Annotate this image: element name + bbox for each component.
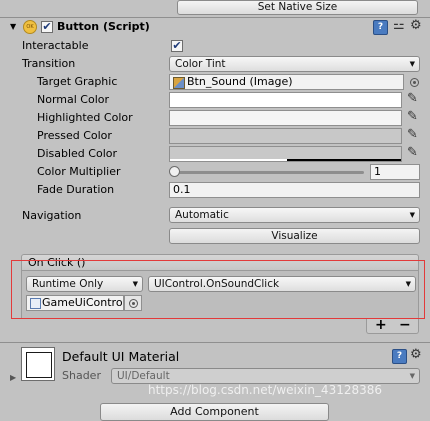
watermark-text: https://blog.csdn.net/weixin_43128386 [148,383,383,397]
gear-icon[interactable]: ⚙ [410,347,422,362]
pressed-color-label: Pressed Color [37,129,112,142]
visualize-button[interactable]: Visualize [169,228,420,244]
script-icon: OK [23,20,37,34]
add-listener-button[interactable]: + [375,317,387,333]
fade-duration-label: Fade Duration [37,183,115,196]
dropdown-arrow-icon: ▼ [409,211,415,219]
shader-value: UI/Default [117,370,170,382]
eyedropper-icon[interactable]: ✎ [407,92,418,106]
image-icon [173,77,185,89]
material-foldout-icon[interactable]: ▶ [10,373,16,382]
sliders-icon[interactable]: ⚍ [393,18,405,33]
disabled-color-label: Disabled Color [37,147,118,160]
target-object-field[interactable]: GameUiContro [26,295,124,311]
eyedropper-icon[interactable]: ✎ [407,110,418,124]
color-multiplier-slider-track[interactable] [171,171,364,174]
disabled-color-swatch[interactable] [169,146,402,162]
target-graphic-field[interactable]: Btn_Sound (Image) [169,74,404,90]
alpha-bar [170,159,287,161]
material-preview-inner [26,352,52,378]
color-multiplier-input[interactable]: 1 [370,164,420,180]
transition-label: Transition [22,57,76,70]
object-picker-icon [129,299,138,308]
runtime-value: Runtime Only [32,278,104,290]
object-picker-button[interactable] [124,295,142,311]
foldout-arrow-icon[interactable]: ▼ [10,22,16,31]
gameobject-icon [30,298,41,309]
navigation-dropdown[interactable]: Automatic ▼ [169,207,420,223]
eyedropper-icon[interactable]: ✎ [407,128,418,142]
gear-icon[interactable]: ⚙ [410,18,422,33]
runtime-dropdown[interactable]: Runtime Only ▼ [26,276,143,292]
component-header[interactable]: ▼ OK ✔ Button (Script) ? ⚍ ⚙ [0,18,430,36]
object-picker-icon[interactable] [410,78,419,87]
remove-listener-button[interactable]: − [399,317,411,333]
normal-color-swatch[interactable] [169,92,402,108]
list-footer: + − [366,317,419,334]
function-dropdown[interactable]: UIControl.OnSoundClick ▼ [148,276,416,292]
shader-dropdown[interactable]: UI/Default ▼ [111,368,420,384]
pressed-color-swatch[interactable] [169,128,402,144]
interactable-label: Interactable [22,39,89,52]
component-enabled-checkbox[interactable]: ✔ [41,21,53,33]
color-multiplier-slider-thumb[interactable] [169,166,180,177]
eyedropper-icon[interactable]: ✎ [407,146,418,160]
transition-dropdown[interactable]: Color Tint ▼ [169,56,420,72]
material-preview[interactable] [21,347,55,381]
highlighted-color-swatch[interactable] [169,110,402,126]
target-graphic-label: Target Graphic [37,75,118,88]
target-object-value: GameUiContro [42,296,123,309]
shader-label: Shader [62,369,101,382]
navigation-value: Automatic [175,209,229,221]
highlighted-color-label: Highlighted Color [37,111,133,124]
alpha-bar-fill [287,159,401,161]
transition-value: Color Tint [175,58,226,70]
navigation-label: Navigation [22,209,82,222]
help-book-icon[interactable]: ? [373,20,388,35]
interactable-checkbox[interactable]: ✔ [171,40,183,52]
normal-color-label: Normal Color [37,93,110,106]
function-value: UIControl.OnSoundClick [154,278,280,290]
target-graphic-value: Btn_Sound (Image) [187,75,293,88]
fade-duration-input[interactable]: 0.1 [169,182,420,198]
material-title: Default UI Material [62,349,180,364]
dropdown-arrow-icon: ▼ [409,60,415,68]
color-multiplier-label: Color Multiplier [37,165,121,178]
help-book-icon[interactable]: ? [392,349,407,364]
add-component-button[interactable]: Add Component [100,403,329,421]
dropdown-arrow-icon: ▼ [409,372,415,380]
dropdown-arrow-icon: ▼ [132,280,138,288]
dropdown-arrow-icon: ▼ [405,280,411,288]
set-native-size-button[interactable]: Set Native Size [177,0,418,15]
component-title: Button (Script) [57,20,150,33]
